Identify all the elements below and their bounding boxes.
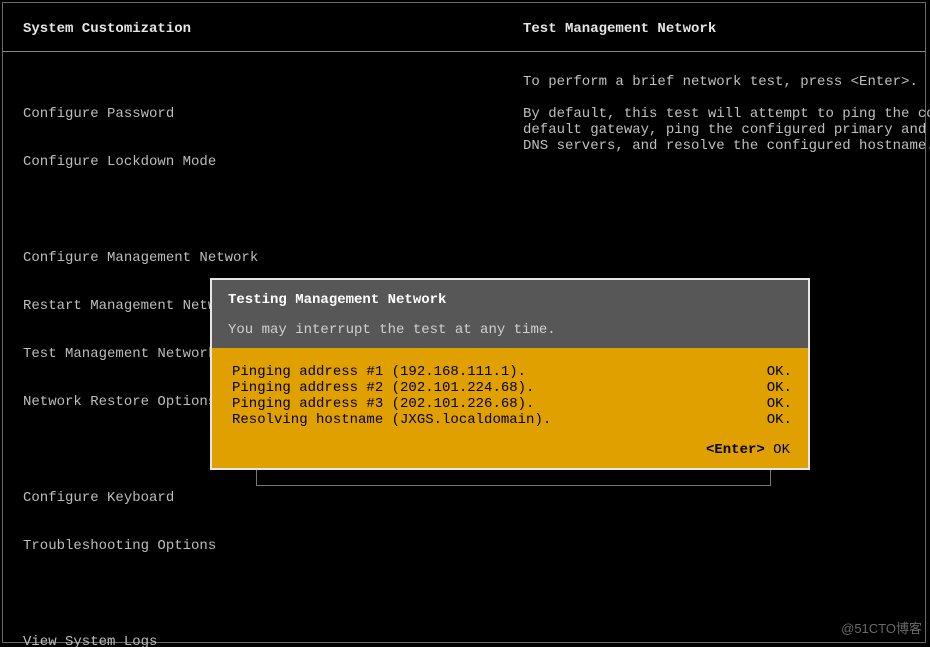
result-row-2: Pinging address #2 (202.101.224.68). OK. [232,380,792,396]
detail-line-3: default gateway, ping the configured pri… [523,122,930,138]
menu-item-configure-keyboard[interactable]: Configure Keyboard [23,490,523,506]
result-status: OK. [767,380,792,396]
dialog-header: Testing Management Network You may inter… [212,280,808,348]
watermark: @51CTO博客 [841,618,922,637]
result-status: OK. [767,412,792,428]
menu-item-configure-lockdown-mode[interactable]: Configure Lockdown Mode [23,154,523,170]
menu-blank [23,586,523,602]
menu-item-configure-management-network[interactable]: Configure Management Network [23,250,523,266]
detail-blank [523,90,930,106]
dialog-body: Pinging address #1 (192.168.111.1). OK. … [212,348,808,468]
testing-network-dialog: Testing Management Network You may inter… [210,278,810,470]
menu-item-configure-password[interactable]: Configure Password [23,106,523,122]
menu-item-troubleshooting-options[interactable]: Troubleshooting Options [23,538,523,554]
result-status: OK. [767,396,792,412]
dialog-footer: <Enter> OK [232,442,792,458]
result-row-3: Pinging address #3 (202.101.226.68). OK. [232,396,792,412]
detail-line-4: DNS servers, and resolve the configured … [523,138,930,154]
menu-item-view-system-logs[interactable]: View System Logs [23,634,523,647]
result-label: Resolving hostname (JXGS.localdomain). [232,412,551,428]
ok-label[interactable]: OK [765,442,790,458]
header-row: System Customization Test Management Net… [3,3,925,52]
header-left-title: System Customization [23,21,523,37]
result-label: Pinging address #3 (202.101.226.68). [232,396,534,412]
dialog-title: Testing Management Network [228,292,792,308]
result-row-4: Resolving hostname (JXGS.localdomain). O… [232,412,792,428]
result-label: Pinging address #1 (192.168.111.1). [232,364,526,380]
menu-blank [23,202,523,218]
detail-line-1: To perform a brief network test, press <… [523,74,930,90]
dialog-subtitle: You may interrupt the test at any time. [228,322,792,338]
enter-key-hint[interactable]: <Enter> [706,442,765,458]
header-right-title: Test Management Network [523,21,905,37]
detail-line-2: By default, this test will attempt to pi… [523,106,930,122]
result-row-1: Pinging address #1 (192.168.111.1). OK. [232,364,792,380]
result-status: OK. [767,364,792,380]
result-label: Pinging address #2 (202.101.224.68). [232,380,534,396]
